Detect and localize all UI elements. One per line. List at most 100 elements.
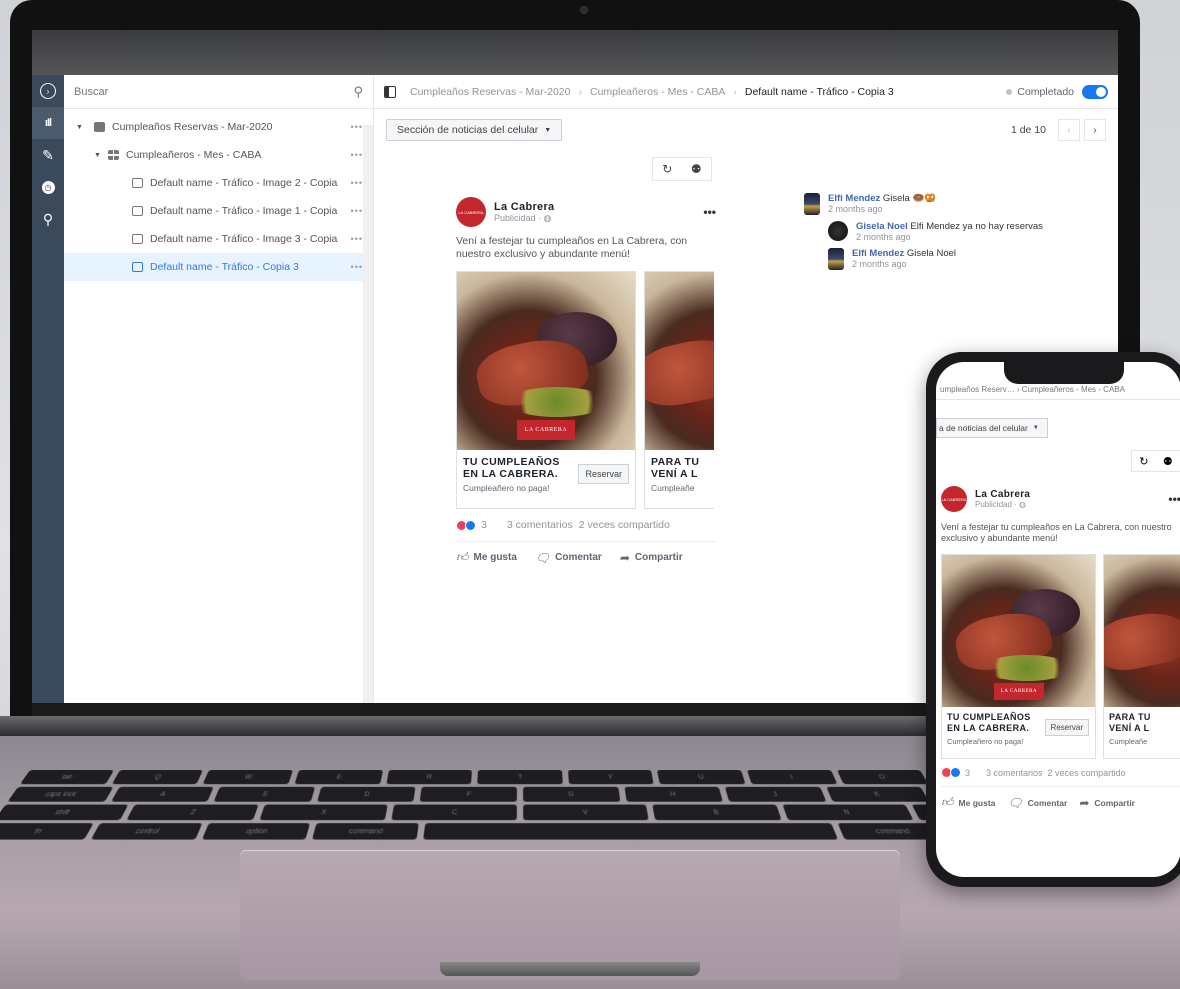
ad-icon	[132, 234, 143, 244]
tree-scrollbar[interactable]	[363, 125, 373, 703]
bug-icon[interactable]: ⚉	[1163, 455, 1173, 468]
search-input[interactable]	[74, 85, 354, 98]
page-avatar[interactable]: LA CABRERA	[941, 486, 967, 512]
page-avatar[interactable]: LA CABRERA	[456, 197, 486, 227]
carousel[interactable]: LA CABRERA TU CUMPLEAÑOS EN LA CABRERA. …	[456, 271, 714, 509]
tree-item-ad[interactable]: Default name - Tráfico - Image 2 - Copia…	[64, 169, 373, 197]
key: R	[385, 770, 473, 785]
folder-icon	[94, 122, 105, 132]
panel-toggle-icon[interactable]	[384, 85, 396, 98]
more-icon[interactable]: •••	[351, 234, 363, 244]
refresh-icon[interactable]: ↻	[1139, 455, 1148, 468]
prev-button[interactable]: ‹	[1058, 119, 1080, 141]
page-name[interactable]: La Cabrera	[975, 489, 1030, 500]
avatar[interactable]	[804, 193, 820, 215]
carousel-card[interactable]: PARA TU VENÍ A L Cumpleañe	[1103, 554, 1180, 759]
phone-placement-dropdown[interactable]: a de noticias del celular ▼	[936, 418, 1048, 438]
share-button[interactable]: ➦ Compartir	[620, 551, 683, 565]
key-row: caps lockASDFGHJKL	[7, 786, 1033, 802]
comment-label: Comentar	[1027, 797, 1068, 808]
chevron-right-icon: ›	[578, 85, 582, 98]
bug-icon[interactable]: ⚉	[691, 162, 702, 176]
more-icon[interactable]: •••	[351, 178, 363, 188]
comment-button[interactable]: 🗨︎ Comentar	[1007, 796, 1067, 810]
reservar-button[interactable]: Reservar	[1044, 719, 1089, 736]
refresh-icon[interactable]: ↻	[662, 162, 672, 176]
key: fn	[0, 823, 95, 840]
chevron-right-icon: ›	[40, 83, 56, 99]
avatar[interactable]	[828, 248, 844, 270]
brand-logo: LA CABRERA	[517, 420, 575, 440]
keyboard: tabQWERTYUIOP caps lockASDFGHJKL shiftZX…	[0, 770, 1064, 847]
food-image: LA CABRERA	[457, 272, 635, 450]
key: Z	[126, 804, 259, 821]
tree-item-campaign[interactable]: ▼ Cumpleaños Reservas - Mar-2020 •••	[64, 113, 373, 141]
caret-down-icon[interactable]: ▼	[76, 124, 86, 131]
shares-count[interactable]: 2 veces compartido	[1048, 768, 1126, 778]
caret-down-icon[interactable]: ▼	[94, 152, 104, 159]
carousel-card[interactable]: PARA TU VENÍ A L Cumpleañe	[644, 271, 714, 509]
rail-search-button[interactable]: ⚲	[32, 203, 64, 235]
card-body: PARA TU VENÍ A L Cumpleañe	[1104, 707, 1180, 759]
reaction-count[interactable]: 3	[965, 768, 970, 778]
pager: 1 de 10 ‹ ›	[1011, 119, 1106, 141]
trackpad	[240, 850, 900, 980]
image-part	[507, 387, 607, 417]
ad-preview-post: LA CABRERA La Cabrera Publicidad · ◍ •••…	[456, 195, 716, 565]
breadcrumb-adset[interactable]: Cumpleañeros - Mes - CABA	[590, 86, 725, 98]
tree-item-ad-selected[interactable]: Default name - Tráfico - Copia 3 •••	[64, 253, 373, 281]
rail-history-button[interactable]: ◷	[32, 171, 64, 203]
food-image	[645, 272, 714, 450]
page-name[interactable]: La Cabrera	[494, 201, 554, 213]
comment-author[interactable]: Gisela Noel	[856, 221, 908, 232]
key: F	[420, 786, 517, 802]
carousel-card[interactable]: LA CABRERA TU CUMPLEAÑOS EN LA CABRERA. …	[941, 554, 1096, 759]
post-actions: 👍︎ Me gusta 🗨︎ Comentar ➦ Compartir	[941, 786, 1180, 810]
key: W	[202, 770, 293, 785]
like-icon	[465, 519, 476, 531]
status-toggle[interactable]	[1082, 84, 1108, 99]
tree-item-ad[interactable]: Default name - Tráfico - Image 3 - Copia…	[64, 225, 373, 253]
rail-edit-button[interactable]: ✎	[32, 139, 64, 171]
comments-count[interactable]: 3 comentarios	[986, 768, 1043, 778]
carousel-card[interactable]: LA CABRERA TU CUMPLEAÑOS EN LA CABRERA. …	[456, 271, 636, 509]
avatar[interactable]	[828, 221, 848, 241]
next-button[interactable]: ›	[1084, 119, 1106, 141]
ad-icon	[132, 178, 143, 188]
key: I	[747, 770, 838, 785]
like-button[interactable]: 👍︎ Me gusta	[941, 795, 995, 810]
key: A	[110, 786, 214, 802]
comment-author[interactable]: Elfi Mendez	[852, 248, 904, 259]
key: V	[523, 804, 649, 821]
placement-dropdown[interactable]: Sección de noticias del celular ▼	[386, 119, 563, 141]
comments-count[interactable]: 3 comentarios	[507, 519, 573, 531]
more-icon[interactable]: •••	[351, 150, 363, 160]
post-menu-icon[interactable]: •••	[1168, 492, 1180, 506]
key: control	[91, 823, 203, 840]
comments-list: Elfi Mendez Gisela 🍩🥨 2 months ago Gisel…	[804, 193, 1104, 276]
tree-item-ad[interactable]: Default name - Tráfico - Image 1 - Copia…	[64, 197, 373, 225]
rail-reports-button[interactable]: ıIl	[32, 107, 64, 139]
comment-author[interactable]: Elfi Mendez	[828, 193, 880, 204]
comment-button[interactable]: 🗨︎ Comentar	[535, 551, 602, 565]
pager-text: 1 de 10	[1010, 124, 1046, 136]
card-body: TU CUMPLEAÑOS EN LA CABRERA. Cumpleañero…	[942, 707, 1095, 759]
more-icon[interactable]: •••	[351, 206, 363, 216]
shares-count[interactable]: 2 veces compartido	[579, 519, 670, 531]
like-button[interactable]: 👍︎ Me gusta	[456, 550, 517, 565]
search-icon[interactable]: ⚲	[353, 84, 363, 100]
post-menu-icon[interactable]: •••	[703, 205, 716, 219]
reaction-count[interactable]: 3	[481, 519, 487, 531]
more-icon[interactable]: •••	[351, 262, 363, 272]
tree-item-adset[interactable]: ▼ Cumpleañeros - Mes - CABA •••	[64, 141, 373, 169]
breadcrumb-campaign[interactable]: Cumpleaños Reservas - Mar-2020	[410, 86, 570, 98]
reservar-button[interactable]: Reservar	[578, 464, 629, 484]
share-button[interactable]: ➦ Compartir	[1079, 796, 1135, 810]
key: shift	[0, 804, 129, 821]
phone-ad-preview-post: LA CABRERA La Cabrera Publicidad · ◍ •••…	[941, 482, 1180, 810]
carousel[interactable]: LA CABRERA TU CUMPLEAÑOS EN LA CABRERA. …	[941, 554, 1180, 759]
rail-expand-button[interactable]: ›	[32, 75, 64, 107]
card-desc: Cumpleañe	[651, 483, 695, 493]
like-icon	[950, 767, 961, 778]
more-icon[interactable]: •••	[351, 122, 363, 132]
